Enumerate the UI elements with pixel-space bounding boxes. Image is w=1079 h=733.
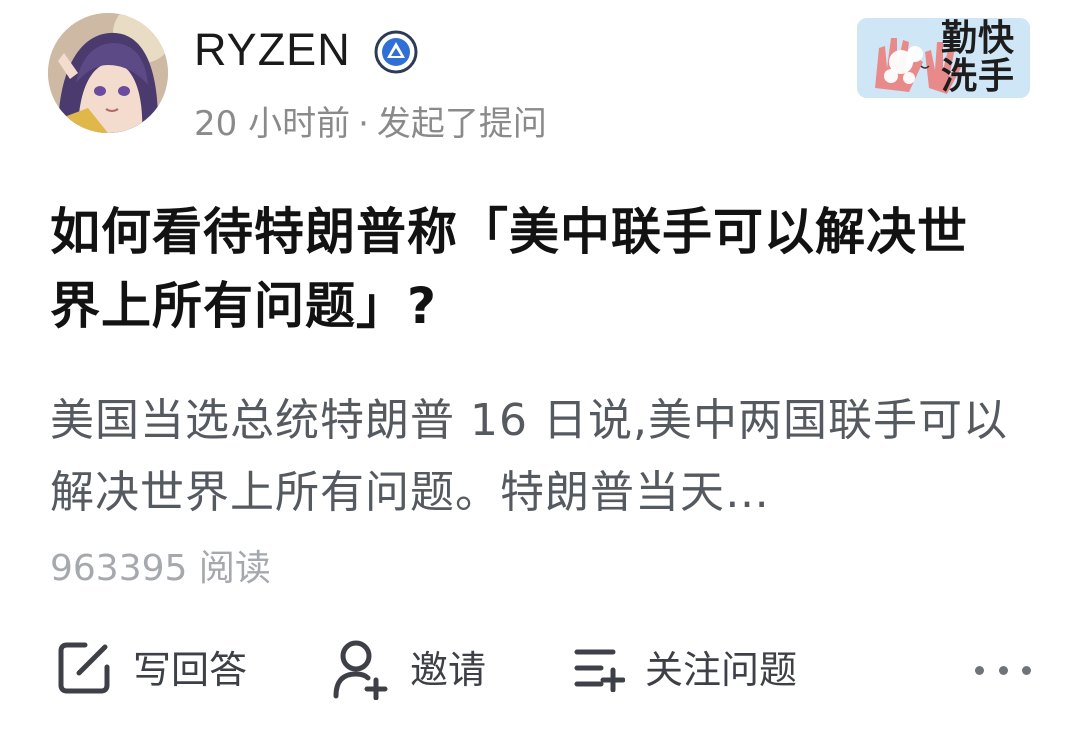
more-options-icon[interactable] <box>975 650 1031 690</box>
write-answer-label: 写回答 <box>133 648 248 692</box>
sticker-text: 勤快洗手 <box>941 18 1016 97</box>
write-answer-button[interactable]: 写回答 <box>55 630 247 710</box>
follow-question-label: 关注问题 <box>645 648 798 692</box>
meta-separator: · <box>358 104 369 144</box>
follow-question-button[interactable]: 关注问题 <box>573 630 797 710</box>
action-bar: 写回答 邀请 关注问题 <box>0 630 1079 710</box>
list-plus-icon <box>573 644 626 696</box>
author-avatar[interactable] <box>48 13 168 133</box>
post-action: 发起了提问 <box>376 104 547 144</box>
pencil-square-icon <box>55 639 113 701</box>
invite-button[interactable]: 邀请 <box>330 630 486 710</box>
verified-badge-icon <box>373 29 419 75</box>
add-person-icon <box>330 636 390 704</box>
author-name[interactable]: RYZEN <box>194 22 351 78</box>
more-dot <box>1022 665 1031 675</box>
question-title[interactable]: 如何看待特朗普称「美中联手可以解决世界上所有问题」? <box>50 195 1010 343</box>
hand-washing-sticker[interactable]: 勤快洗手 <box>857 18 1030 98</box>
post-time: 20 小时前 <box>194 104 351 144</box>
question-excerpt[interactable]: 美国当选总统特朗普 16 日说,美中两国联手可以解决世界上所有问题。特朗普当天… <box>50 385 1010 529</box>
question-card[interactable]: RYZEN 20 小时前 · 发起了提问 勤快洗手 如何看待特朗普称「美中联手可以解… <box>0 0 1079 733</box>
read-count: 963395 阅读 <box>50 548 271 589</box>
more-dot <box>975 665 984 675</box>
post-meta: 20 小时前 · 发起了提问 <box>194 101 547 147</box>
invite-label: 邀请 <box>410 648 487 692</box>
more-dot <box>998 665 1008 675</box>
